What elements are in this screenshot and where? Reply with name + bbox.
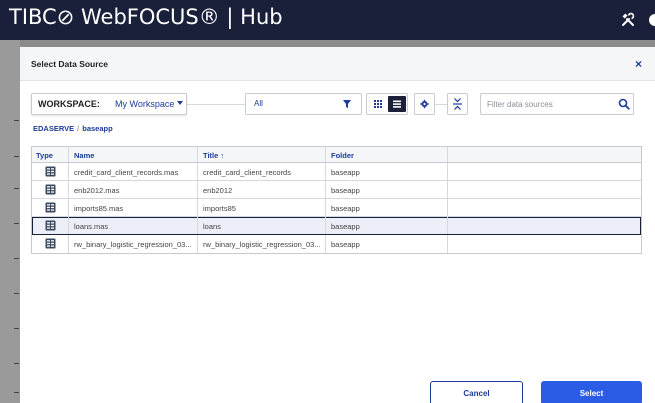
search-icon[interactable] [618, 98, 630, 110]
row-name: rw_binary_logistic_regression_03... [74, 240, 192, 249]
column-header-title[interactable]: Title ↑ [203, 151, 224, 160]
type-filter-value: All [254, 99, 263, 108]
workspace-dropdown[interactable]: WORKSPACE: My Workspace [31, 93, 187, 115]
avatar-icon[interactable] [649, 14, 655, 26]
table-row[interactable]: credit_card_client_records.mas credit_ca… [32, 163, 641, 181]
row-title: rw_binary_logistic_regression_03... [203, 240, 321, 249]
master-file-icon [45, 238, 56, 249]
cancel-button[interactable]: Cancel [430, 381, 523, 403]
filter-icon [342, 99, 352, 109]
toolbar-connector [435, 104, 447, 105]
row-title: imports85 [203, 204, 236, 213]
column-header-name[interactable]: Name [74, 151, 94, 160]
table-header: Type Name Title ↑ Folder [32, 147, 641, 163]
table-row[interactable]: rw_binary_logistic_regression_03... rw_b… [32, 235, 641, 253]
page-backdrop [0, 40, 20, 403]
list-view-icon[interactable] [388, 96, 406, 112]
tools-icon[interactable] [620, 12, 636, 28]
view-toggle [366, 93, 408, 115]
row-name: enb2012.mas [74, 186, 120, 195]
table-row-selected[interactable]: loans.mas loans baseapp [32, 217, 641, 235]
master-file-icon [45, 202, 56, 213]
dialog-title: Select Data Source [31, 59, 109, 69]
master-file-icon [45, 220, 56, 231]
gear-icon [420, 99, 429, 109]
row-folder: baseapp [331, 240, 360, 249]
select-button[interactable]: Select [541, 381, 642, 403]
type-filter-dropdown[interactable]: All [245, 93, 362, 115]
row-folder: baseapp [331, 186, 360, 195]
breadcrumb-separator: / [77, 124, 80, 133]
table-row[interactable]: imports85.mas imports85 baseapp [32, 199, 641, 217]
collapse-icon [453, 98, 462, 110]
breadcrumb: EDASERVE / baseapp [33, 124, 113, 133]
row-folder: baseapp [331, 168, 360, 177]
master-file-icon [45, 184, 56, 195]
search-box [480, 93, 634, 115]
select-data-source-dialog: Select Data Source × WORKSPACE: My Works… [20, 47, 655, 403]
grid-view-icon[interactable] [369, 96, 387, 112]
app-brand: TIBC⊘ WebFOCUS® | Hub [9, 5, 283, 29]
table-row[interactable]: enb2012.mas enb2012 baseapp [32, 181, 641, 199]
row-title: enb2012 [203, 186, 233, 195]
column-header-folder[interactable]: Folder [331, 151, 354, 160]
row-title: loans [203, 222, 221, 231]
row-name: credit_card_client_records.mas [74, 168, 179, 177]
dialog-header: Select Data Source × [20, 47, 655, 81]
close-icon[interactable]: × [635, 57, 642, 71]
chevron-down-icon [177, 101, 183, 105]
row-folder: baseapp [331, 222, 360, 231]
row-title: credit_card_client_records [203, 168, 291, 177]
data-source-table: Type Name Title ↑ Folder credit_card_cli… [31, 146, 642, 254]
breadcrumb-folder[interactable]: baseapp [82, 124, 112, 133]
toolbar-connector [187, 104, 245, 105]
breadcrumb-root[interactable]: EDASERVE [33, 124, 74, 133]
row-folder: baseapp [331, 204, 360, 213]
collapse-button[interactable] [447, 93, 468, 115]
workspace-label: WORKSPACE: [38, 99, 100, 109]
row-name: loans.mas [74, 222, 109, 231]
top-bar: TIBC⊘ WebFOCUS® | Hub [0, 0, 655, 40]
search-input[interactable] [487, 98, 607, 110]
column-header-type[interactable]: Type [36, 151, 53, 160]
workspace-value: My Workspace [115, 99, 175, 109]
settings-button[interactable] [414, 93, 435, 115]
master-file-icon [45, 166, 56, 177]
row-name: imports85.mas [74, 204, 124, 213]
